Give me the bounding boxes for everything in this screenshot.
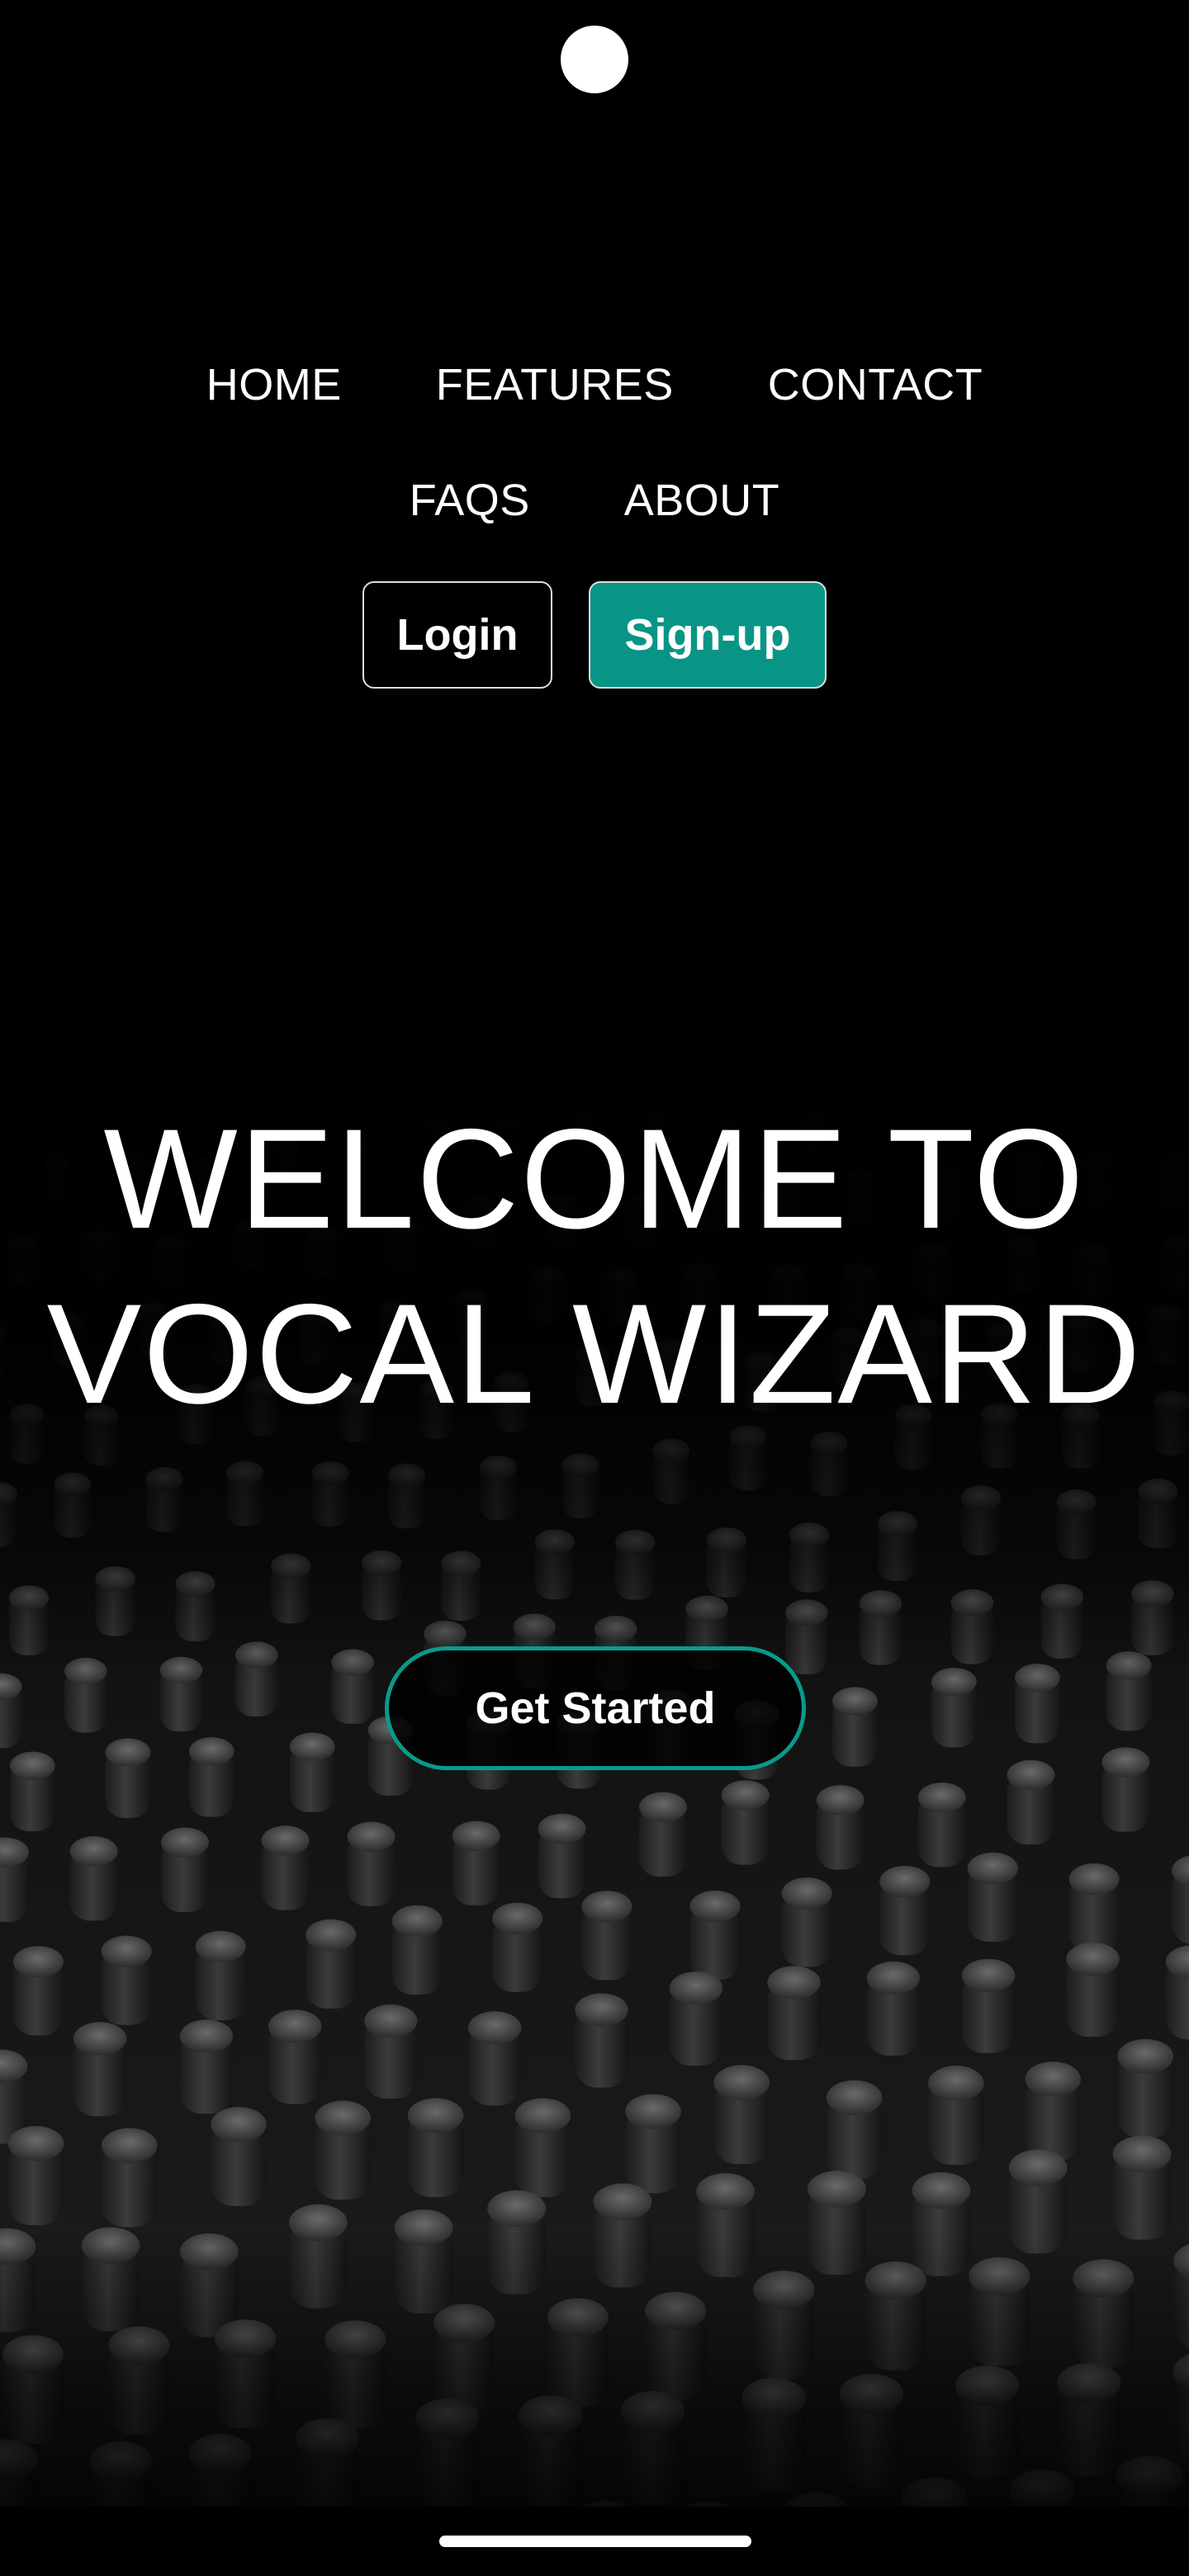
hero-title-line-1: WELCOME TO [103, 1100, 1086, 1258]
console-knob-cap [879, 1865, 931, 1898]
console-knob-cap [69, 1835, 118, 1867]
console-knob-cap [713, 2065, 770, 2100]
console-knob-cap [917, 1782, 966, 1813]
console-knob-cap [306, 1919, 357, 1951]
console-knob-cap [967, 1852, 1018, 1884]
console-knob-cap [9, 1751, 55, 1780]
app-screen: HOME FEATURES CONTACT FAQS ABOUT Login S… [0, 0, 1189, 2576]
console-knob-cap [289, 1732, 335, 1761]
nav-row-1: HOME FEATURES CONTACT [0, 358, 1189, 411]
console-knob-cap [689, 1890, 741, 1922]
console-knob-cap [195, 1930, 246, 1963]
hero-title: WELCOME TO VOCAL WIZARD [0, 1091, 1189, 1442]
console-knob-cap [1007, 1759, 1055, 1790]
console-knob-cap [452, 1821, 500, 1851]
console-knob-cap [581, 1891, 632, 1923]
nav-row-2: FAQS ABOUT [0, 474, 1189, 527]
console-knob-cap [1066, 1942, 1120, 1976]
console-knob-cap [1117, 2039, 1174, 2074]
console-knob-cap [912, 2171, 971, 2209]
console-knob-cap [211, 2106, 267, 2143]
console-knob-cap [1101, 1747, 1150, 1778]
console-knob-cap [467, 2010, 522, 2045]
console-knob-cap [407, 2098, 464, 2133]
console-knob-cap [347, 1821, 396, 1852]
console-knob-cap [487, 2190, 547, 2228]
console-knob-cap [625, 2094, 681, 2129]
auth-buttons: Login Sign-up [0, 581, 1189, 689]
console-knob-cap [826, 2080, 883, 2115]
nav-link-contact[interactable]: CONTACT [768, 358, 983, 411]
console-knob-cap [1025, 2062, 1082, 2097]
console-knob-cap [188, 1737, 234, 1766]
console-knob-cap [73, 2022, 127, 2056]
nav-link-features[interactable]: FEATURES [436, 358, 674, 411]
console-knob-cap [492, 1902, 543, 1934]
nav-link-about[interactable]: ABOUT [624, 474, 780, 527]
console-knob-cap [696, 2173, 755, 2210]
console-knob-cap [364, 2004, 418, 2038]
console-knob-cap [1068, 1863, 1120, 1896]
console-knob-cap [315, 2100, 372, 2136]
front-camera [561, 26, 628, 93]
console-knob-cap [102, 2128, 158, 2163]
console-knob-cap [593, 2183, 652, 2220]
console-knob-cap [781, 1878, 832, 1910]
console-knob-cap [961, 1958, 1016, 1992]
console-knob-cap [767, 1966, 821, 2000]
hero-bottom-fade [0, 2229, 1189, 2510]
console-knob-cap [538, 1813, 586, 1844]
console-knob-cap [7, 2126, 64, 2162]
console-knob-cap [1008, 2149, 1068, 2186]
get-started-button[interactable]: Get Started [385, 1646, 806, 1770]
console-knob-cap [179, 2020, 234, 2053]
console-knob-cap [832, 1687, 878, 1716]
console-knob-cap [927, 2065, 984, 2101]
console-knob-cap [807, 2171, 866, 2208]
console-knob-cap [669, 1971, 723, 2005]
console-knob-cap [575, 1993, 628, 2027]
console-knob-cap [866, 1961, 921, 1995]
console-knob-cap [721, 1780, 770, 1811]
home-indicator[interactable] [439, 2536, 751, 2547]
console-knob-cap [639, 1792, 688, 1822]
nav-link-faqs[interactable]: FAQS [410, 474, 530, 527]
signup-button[interactable]: Sign-up [589, 581, 827, 689]
login-button[interactable]: Login [362, 581, 552, 689]
console-knob-cap [514, 2098, 571, 2133]
hero-title-line-2: VOCAL WIZARD [46, 1275, 1143, 1433]
console-knob-cap [160, 1827, 209, 1858]
console-knob-cap [105, 1738, 151, 1767]
nav-link-home[interactable]: HOME [206, 358, 342, 411]
console-knob-cap [268, 2010, 322, 2043]
console-knob-cap [101, 1935, 152, 1968]
console-knob-cap [816, 1785, 865, 1816]
console-knob-cap [1112, 2135, 1172, 2172]
console-knob-cap [261, 1825, 310, 1856]
console-knob-cap [391, 1905, 443, 1937]
console-knob-cap [12, 1945, 64, 1978]
